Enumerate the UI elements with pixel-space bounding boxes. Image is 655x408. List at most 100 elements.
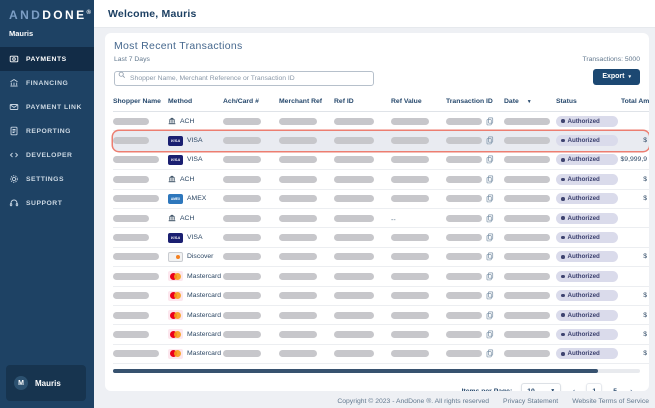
copy-icon[interactable]	[486, 272, 494, 281]
table-row[interactable]: ACH -- Authorized	[113, 209, 649, 228]
user-panel[interactable]: M Mauris	[6, 365, 86, 401]
table-row[interactable]: Mastercard Authorized $	[113, 287, 649, 306]
copy-icon[interactable]	[486, 252, 494, 261]
col-ach-card: Ach/Card #	[223, 98, 279, 105]
table-row[interactable]: Mastercard Authorized	[113, 267, 649, 286]
copy-icon[interactable]	[486, 214, 494, 223]
cell-method: Mastercard	[168, 329, 223, 339]
next-page-button[interactable]: ›	[628, 387, 635, 391]
ach-bank-icon	[168, 175, 176, 183]
placeholder-bar	[504, 156, 550, 163]
placeholder-bar	[391, 195, 429, 202]
placeholder-bar	[113, 176, 149, 183]
items-per-page-select[interactable]: 10 ▼	[521, 383, 561, 391]
privacy-statement-link[interactable]: Privacy Statement	[503, 398, 558, 405]
cell-ref-value	[391, 195, 446, 202]
cell-ref-id	[334, 234, 391, 241]
sidebar-item-financing[interactable]: FINANCING	[0, 71, 94, 95]
anddone-logo[interactable]: ANDDONE®	[0, 0, 94, 22]
horizontal-scrollbar-thumb[interactable]	[113, 369, 598, 373]
placeholder-bar	[223, 118, 261, 125]
transactions-table: Shopper Name Method Ach/Card # Merchant …	[105, 93, 649, 364]
cell-transaction-id	[446, 136, 504, 145]
page-footer: Copyright © 2023 - AndDone ®. All rights…	[105, 398, 654, 405]
copy-icon[interactable]	[486, 349, 494, 358]
placeholder-bar	[446, 156, 482, 163]
last-page-button[interactable]: 5	[611, 388, 619, 391]
search-input[interactable]	[114, 71, 374, 86]
copy-icon[interactable]	[486, 136, 494, 145]
col-date-sort[interactable]: Date ▼	[504, 98, 556, 105]
cell-ach-card	[223, 292, 279, 299]
placeholder-bar	[334, 118, 374, 125]
table-row[interactable]: AMEX AMEX Authorized $	[113, 190, 649, 209]
cell-ref-value	[391, 312, 446, 319]
cell-method: Mastercard	[168, 271, 223, 281]
cell-ref-id	[334, 292, 391, 299]
placeholder-bar	[446, 292, 482, 299]
sidebar-item-payments[interactable]: PAYMENTS	[0, 47, 94, 71]
sidebar-item-payment-link[interactable]: PAYMENT LINK	[0, 95, 94, 119]
table-row[interactable]: Mastercard Authorized $	[113, 325, 649, 344]
cell-shopper-name	[113, 253, 168, 260]
cell-status: Authorized	[556, 213, 621, 224]
status-label: Authorized	[568, 273, 600, 280]
logo-registered-mark: ®	[86, 10, 90, 16]
placeholder-bar	[504, 292, 550, 299]
placeholder-bar	[334, 137, 374, 144]
table-row[interactable]: Discover Authorized $	[113, 248, 649, 267]
method-label: Discover	[187, 253, 213, 260]
copy-icon[interactable]	[486, 194, 494, 203]
cell-status: Authorized	[556, 174, 621, 185]
cell-shopper-name	[113, 292, 168, 299]
table-row[interactable]: ACH Authorized	[113, 112, 649, 131]
cell-status: Authorized	[556, 193, 621, 204]
table-row[interactable]: ACH Authorized $	[113, 170, 649, 189]
sidebar-item-label: SETTINGS	[26, 176, 64, 183]
placeholder-bar	[504, 273, 550, 280]
placeholder-bar	[504, 234, 550, 241]
copy-icon[interactable]	[486, 330, 494, 339]
sidebar-item-developer[interactable]: DEVELOPER	[0, 143, 94, 167]
placeholder-bar	[446, 331, 482, 338]
status-badge: Authorized	[556, 154, 618, 165]
cell-date	[504, 350, 556, 357]
table-row[interactable]: VISA VISA Authorized $9,999,9	[113, 151, 649, 170]
placeholder-bar	[446, 312, 482, 319]
cell-transaction-id	[446, 155, 504, 164]
placeholder-bar	[334, 195, 374, 202]
sidebar-item-support[interactable]: SUPPORT	[0, 191, 94, 215]
copy-icon[interactable]	[486, 291, 494, 300]
payments-icon	[9, 54, 19, 64]
copy-icon[interactable]	[486, 175, 494, 184]
terms-of-service-link[interactable]: Website Terms of Service	[572, 398, 649, 405]
cell-ach-card	[223, 253, 279, 260]
placeholder-bar	[223, 312, 261, 319]
status-badge: Authorized	[556, 290, 618, 301]
copy-icon[interactable]	[486, 233, 494, 242]
table-row[interactable]: VISA VISA Authorized	[113, 228, 649, 247]
sidebar-item-reporting[interactable]: REPORTING	[0, 119, 94, 143]
logo-and: AND	[9, 8, 42, 22]
amount-text: $	[643, 292, 647, 299]
copy-icon[interactable]	[486, 117, 494, 126]
copy-icon[interactable]	[486, 155, 494, 164]
col-merchant-ref: Merchant Ref	[279, 98, 334, 105]
copy-icon[interactable]	[486, 311, 494, 320]
prev-page-button[interactable]: ‹	[570, 387, 577, 391]
export-button[interactable]: Export ▾	[593, 69, 640, 85]
items-per-page-label: Items per Page:	[462, 388, 513, 391]
cell-transaction-id	[446, 175, 504, 184]
sidebar-item-label: PAYMENT LINK	[26, 104, 82, 111]
cell-date	[504, 253, 556, 260]
sidebar-nav: PAYMENTS FINANCING PAYMENT LINK REPORTIN…	[0, 47, 94, 215]
cell-ref-id	[334, 215, 391, 222]
table-row[interactable]: Mastercard Authorized $	[113, 345, 649, 364]
horizontal-scrollbar[interactable]	[113, 369, 640, 373]
cell-date	[504, 156, 556, 163]
status-label: Authorized	[568, 350, 600, 357]
table-row-highlighted[interactable]: VISA VISA Authorized $	[113, 131, 649, 150]
sidebar-item-settings[interactable]: SETTINGS	[0, 167, 94, 191]
current-page-button[interactable]: 1	[586, 383, 602, 391]
table-row[interactable]: Mastercard Authorized $	[113, 306, 649, 325]
